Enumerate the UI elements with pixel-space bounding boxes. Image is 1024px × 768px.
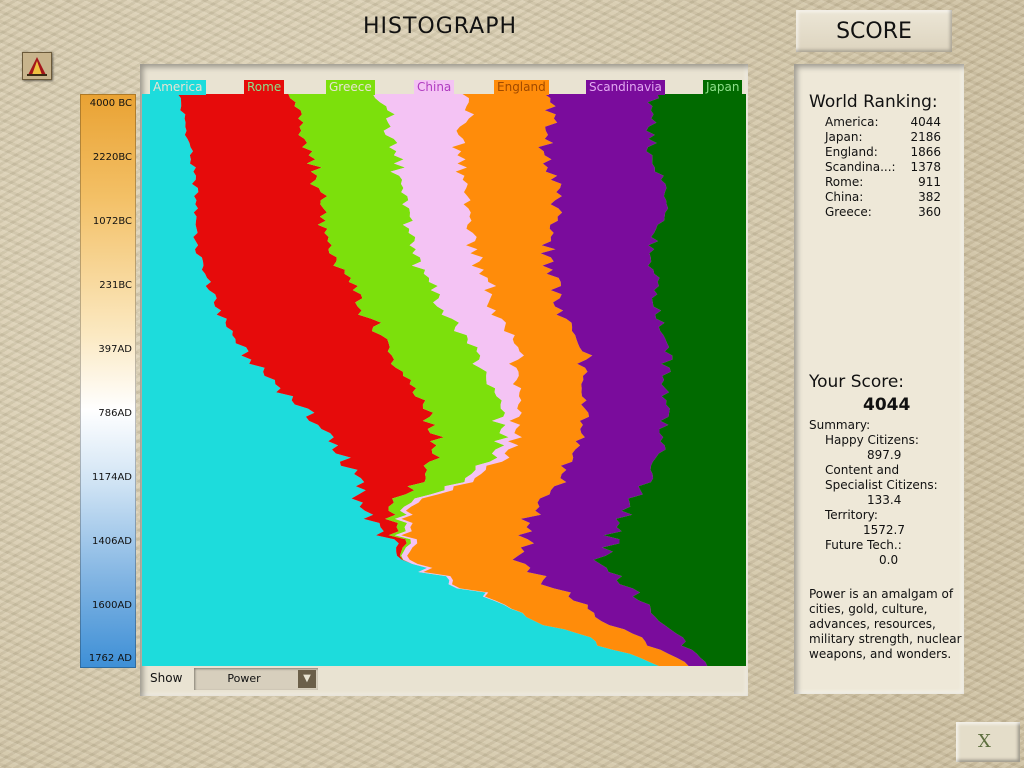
timeline-tick: 4000 BC [89,98,132,109]
ranking-name: Greece: [825,205,872,219]
ranking-name: England: [825,145,878,159]
timeline-tick: 786AD [98,408,132,419]
ranking-score: 1866 [910,145,941,159]
territory-value: 1572.7 [863,523,905,537]
ranking-name: America: [825,115,879,129]
your-score-title: Your Score: [809,372,905,392]
timeline-tick: 397AD [98,344,132,355]
description-line: cities, gold, culture, [809,602,928,616]
show-dropdown-value: Power [227,672,261,685]
ranking-name: Scandina...: [825,160,896,174]
legend-item-greece: Greece [326,80,375,95]
civ-advisor-icon[interactable] [22,52,52,80]
happy-citizens-label: Happy Citizens: [825,433,919,447]
title-bar: HISTOGRAPH SCORE [0,0,1024,64]
timeline-tick: 2220BC [92,152,132,163]
score-tab[interactable]: SCORE [796,10,952,52]
description-line: military strength, nuclear [809,632,962,646]
legend-item-japan: Japan [703,80,743,95]
histograph-chart [142,94,746,666]
page-title: HISTOGRAPH [362,14,518,39]
timeline-tick: 1072BC [92,216,132,227]
legend-item-england: England [494,80,549,95]
legend-item-america: America [150,80,206,95]
ranking-name: Rome: [825,175,864,189]
future-tech-label: Future Tech.: [825,538,902,552]
ranking-score: 4044 [910,115,941,129]
ranking-score: 382 [918,190,941,204]
legend-item-rome: Rome [244,80,285,95]
content-citizens-label-2: Specialist Citizens: [825,478,938,492]
territory-label: Territory: [825,508,878,522]
legend-item-china: China [414,80,455,95]
timeline-tick: 1174AD [92,472,132,483]
timeline-tick: 231BC [99,280,132,291]
content-citizens-label-1: Content and [825,463,900,477]
ranking-score: 2186 [910,130,941,144]
your-score-value: 4044 [863,395,911,415]
ranking-score: 911 [918,175,941,189]
show-label: Show [150,671,183,685]
ranking-name: Japan: [825,130,863,144]
ranking-score: 1378 [910,160,941,174]
timeline-tick: 1406AD [92,536,132,547]
triangle-down-icon[interactable]: ▼ [298,670,316,688]
content-citizens-value: 133.4 [867,493,902,507]
description-line: Power is an amalgam of [809,587,954,601]
world-ranking-title: World Ranking: [809,92,938,112]
show-dropdown[interactable]: Power ▼ [194,668,318,690]
timeline-tick: 1600AD [92,600,132,611]
legend-item-scandinavia: Scandinavia [586,80,665,95]
score-panel: World Ranking: America: 4044 Japan: 2186… [794,64,964,694]
close-icon: X [978,731,991,752]
happy-citizens-value: 897.9 [867,448,902,462]
summary-label: Summary: [809,418,871,432]
histograph-frame [140,64,748,696]
ranking-name: China: [825,190,864,204]
score-tab-label: SCORE [836,19,912,44]
exit-button[interactable]: X [956,722,1020,762]
description-line: advances, resources, [809,617,936,631]
timeline-tick: 1762 AD [88,653,132,664]
ranking-score: 360 [918,205,941,219]
timeline-bar: 4000 BC 2220BC 1072BC 231BC 397AD 786AD … [80,94,136,668]
description-line: weapons, and wonders. [809,647,952,661]
future-tech-value: 0.0 [879,553,899,567]
